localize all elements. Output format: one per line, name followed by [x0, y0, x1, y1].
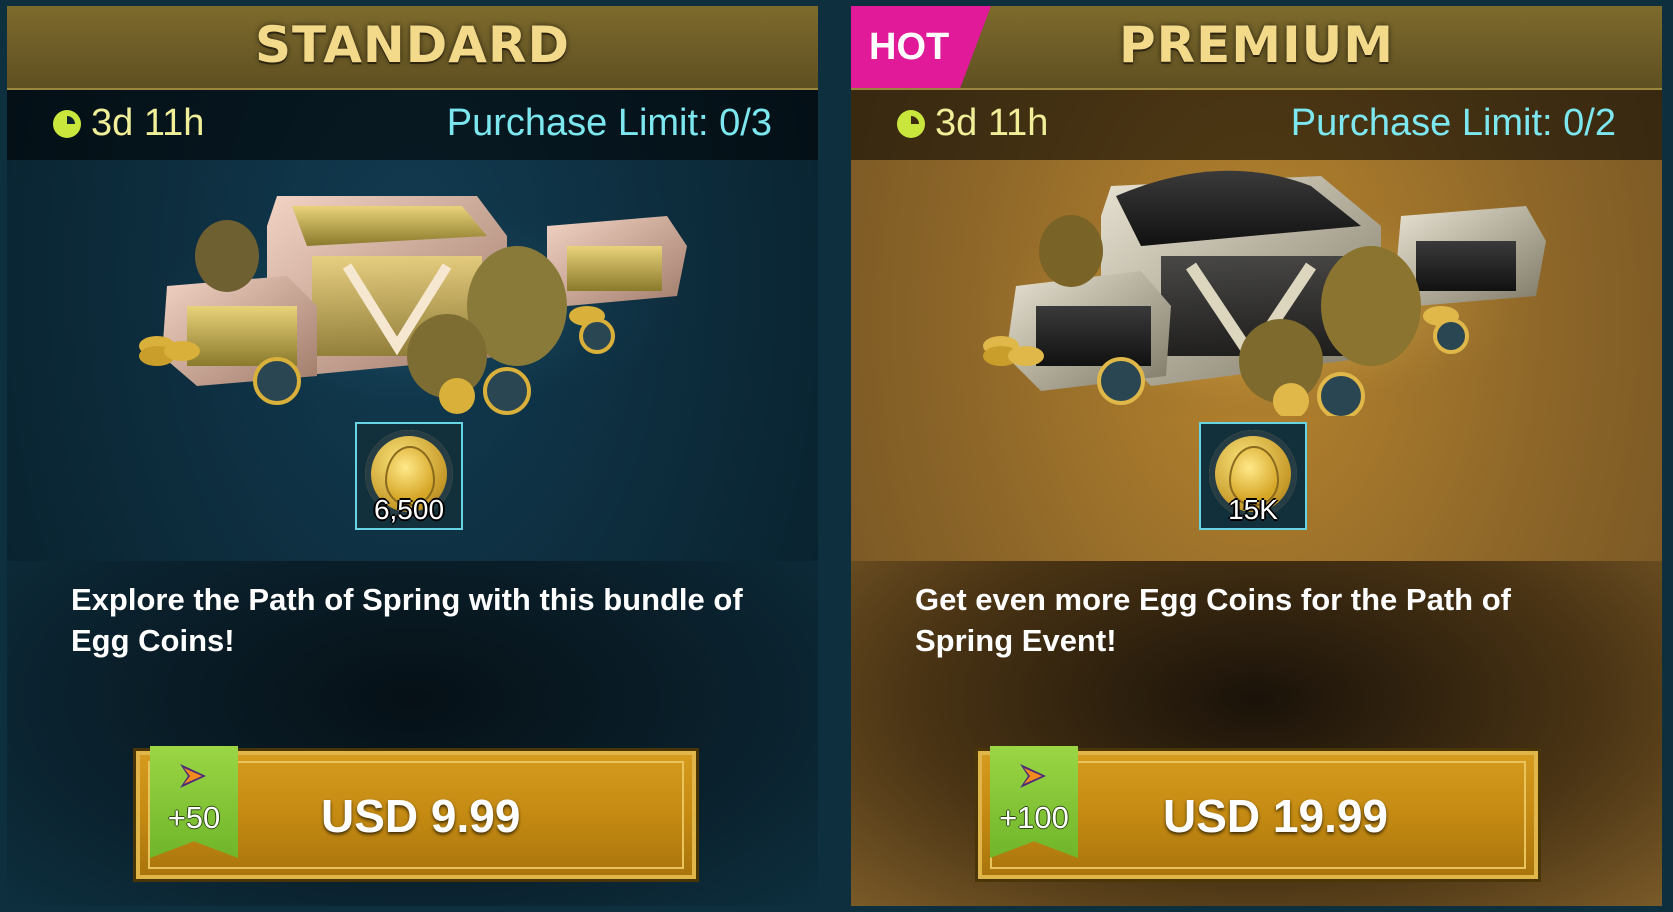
vip-arrow-icon — [180, 764, 206, 788]
offer-info-bar: 3d 11h Purchase Limit: 0/3 — [7, 90, 818, 160]
offer-title: STANDARD — [255, 16, 570, 74]
treasure-chests-illustration — [961, 170, 1561, 416]
purchase-limit: Purchase Limit: 0/3 — [446, 102, 772, 144]
reward-amount: 6,500 — [373, 494, 445, 525]
offer-header: HOT PREMIUM — [851, 6, 1662, 90]
offer-card-standard[interactable]: STANDARD 3d 11h Purchase Limit: 0/3 6,50… — [7, 6, 818, 906]
offer-timer: 3d 11h — [935, 102, 1049, 144]
reward-tile[interactable]: 15K — [1199, 422, 1307, 530]
offer-title: PREMIUM — [1118, 16, 1395, 74]
clock-icon — [897, 110, 925, 138]
offer-timer: 3d 11h — [91, 102, 205, 144]
clock-icon — [53, 110, 81, 138]
treasure-chests-illustration — [117, 186, 717, 416]
offer-description: Get even more Egg Coins for the Path of … — [915, 582, 1511, 658]
offer-header: STANDARD — [7, 6, 818, 90]
purchase-limit: Purchase Limit: 0/2 — [1290, 102, 1616, 144]
offer-card-premium[interactable]: HOT PREMIUM 3d 11h Purchase Limit: 0/2 1… — [851, 6, 1662, 906]
offer-description: Explore the Path of Spring with this bun… — [71, 582, 743, 658]
bonus-amount: +50 — [167, 800, 221, 835]
reward-tile[interactable]: 6,500 — [355, 422, 463, 530]
offer-info-bar: 3d 11h Purchase Limit: 0/2 — [851, 90, 1662, 160]
bonus-amount: +100 — [999, 800, 1069, 835]
vip-arrow-icon — [1020, 764, 1046, 788]
reward-amount: 15K — [1228, 494, 1278, 525]
